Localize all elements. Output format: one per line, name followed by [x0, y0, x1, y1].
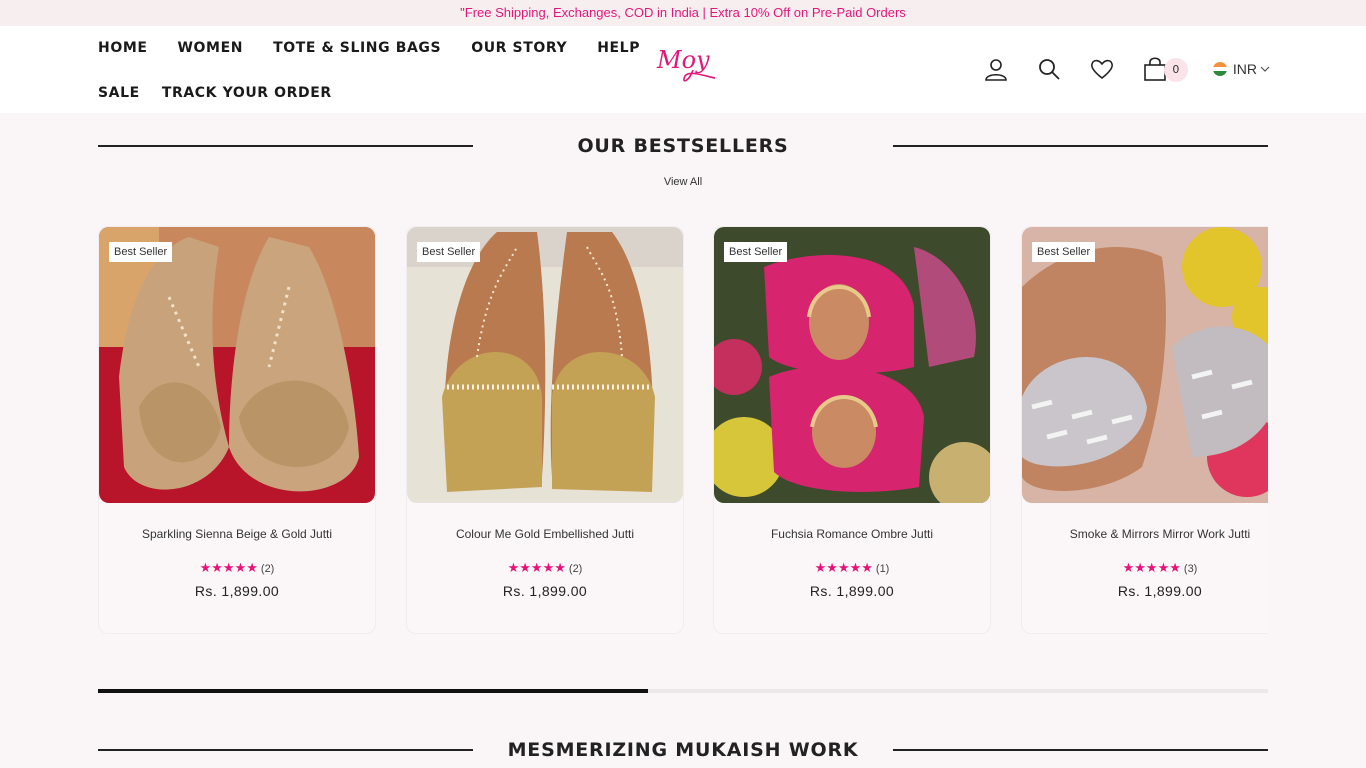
product-carousel: Best Seller Sparkling Sienna Beige & Gol… — [98, 226, 1268, 636]
review-count: (2) — [260, 563, 275, 575]
product-rating: ★★★★★ (1) — [714, 560, 990, 576]
product-price: Rs. 1,899.00 — [1117, 583, 1203, 599]
cart-count-badge: 0 — [1163, 58, 1188, 82]
best-seller-badge: Best Seller — [1032, 242, 1096, 262]
product-name[interactable]: Fuchsia Romance Ombre Jutti — [714, 527, 990, 541]
header-actions: 0 INR — [956, 56, 1270, 82]
star-rating-icon: ★★★★★ — [199, 560, 258, 575]
moy-logo[interactable]: Moy — [655, 40, 717, 84]
mukaish-heading: MESMERIZING MUKAISH WORK — [98, 739, 1268, 761]
star-rating-icon: ★★★★★ — [507, 560, 566, 575]
product-name[interactable]: Colour Me Gold Embellished Jutti — [407, 527, 683, 541]
nav-our-story[interactable]: OUR STORY — [471, 40, 567, 56]
review-count: (2) — [568, 563, 583, 575]
divider-line — [98, 749, 473, 751]
bestsellers-heading: OUR BESTSELLERS — [98, 135, 1268, 157]
product-card[interactable]: Best Seller Colour Me Gold Embellished J… — [406, 226, 684, 634]
cart-button[interactable]: 0 — [1142, 56, 1188, 82]
announcement-bar: "Free Shipping, Exchanges, COD in India … — [0, 0, 1366, 26]
india-flag-icon — [1212, 62, 1227, 76]
best-seller-badge: Best Seller — [109, 242, 173, 262]
product-image[interactable] — [407, 227, 683, 503]
star-rating-icon: ★★★★★ — [1122, 560, 1181, 575]
product-image[interactable] — [1022, 227, 1268, 503]
nav-help[interactable]: HELP — [597, 40, 640, 56]
product-price: Rs. 1,899.00 — [502, 583, 588, 599]
site-header: HOME WOMEN TOTE & SLING BAGS OUR STORY H… — [0, 26, 1366, 113]
best-seller-badge: Best Seller — [724, 242, 788, 262]
best-seller-badge: Best Seller — [417, 242, 481, 262]
nav-home[interactable]: HOME — [98, 40, 148, 56]
carousel-scrollbar-thumb[interactable] — [98, 689, 648, 693]
product-rating: ★★★★★ (2) — [407, 560, 683, 576]
product-price: Rs. 1,899.00 — [194, 583, 280, 599]
svg-text:Moy: Moy — [656, 46, 710, 74]
product-card[interactable]: Best Seller Smoke & Mirrors Mirror Work … — [1021, 226, 1268, 634]
product-rating: ★★★★★ (2) — [99, 560, 375, 576]
currency-label: INR — [1232, 61, 1257, 77]
nav-track-order[interactable]: TRACK YOUR ORDER — [162, 85, 332, 101]
product-image[interactable] — [99, 227, 375, 503]
review-count: (3) — [1183, 563, 1198, 575]
nav-women[interactable]: WOMEN — [178, 40, 244, 56]
account-icon[interactable] — [983, 56, 1009, 82]
divider-line — [893, 145, 1268, 147]
wishlist-heart-icon[interactable] — [1089, 56, 1115, 82]
review-count: (1) — [875, 563, 890, 575]
section-title: MESMERIZING MUKAISH WORK — [507, 739, 859, 761]
chevron-down-icon — [1260, 66, 1270, 72]
carousel-scrollbar[interactable] — [98, 689, 1268, 693]
product-card[interactable]: Best Seller Fuchsia Romance Ombre Jutti … — [713, 226, 991, 634]
search-icon[interactable] — [1036, 56, 1062, 82]
product-card[interactable]: Best Seller Sparkling Sienna Beige & Gol… — [98, 226, 376, 634]
currency-selector[interactable]: INR — [1212, 61, 1270, 77]
product-rating: ★★★★★ (3) — [1022, 560, 1268, 576]
nav-sale[interactable]: SALE — [98, 85, 140, 101]
product-image[interactable] — [714, 227, 990, 503]
star-rating-icon: ★★★★★ — [814, 560, 873, 575]
divider-line — [893, 749, 1268, 751]
nav-tote-sling-bags[interactable]: TOTE & SLING BAGS — [273, 40, 441, 56]
product-name[interactable]: Sparkling Sienna Beige & Gold Jutti — [99, 527, 375, 541]
view-all-link[interactable]: View All — [0, 176, 1366, 188]
divider-line — [98, 145, 473, 147]
product-name[interactable]: Smoke & Mirrors Mirror Work Jutti — [1022, 527, 1268, 541]
section-title: OUR BESTSELLERS — [577, 135, 789, 157]
product-price: Rs. 1,899.00 — [809, 583, 895, 599]
